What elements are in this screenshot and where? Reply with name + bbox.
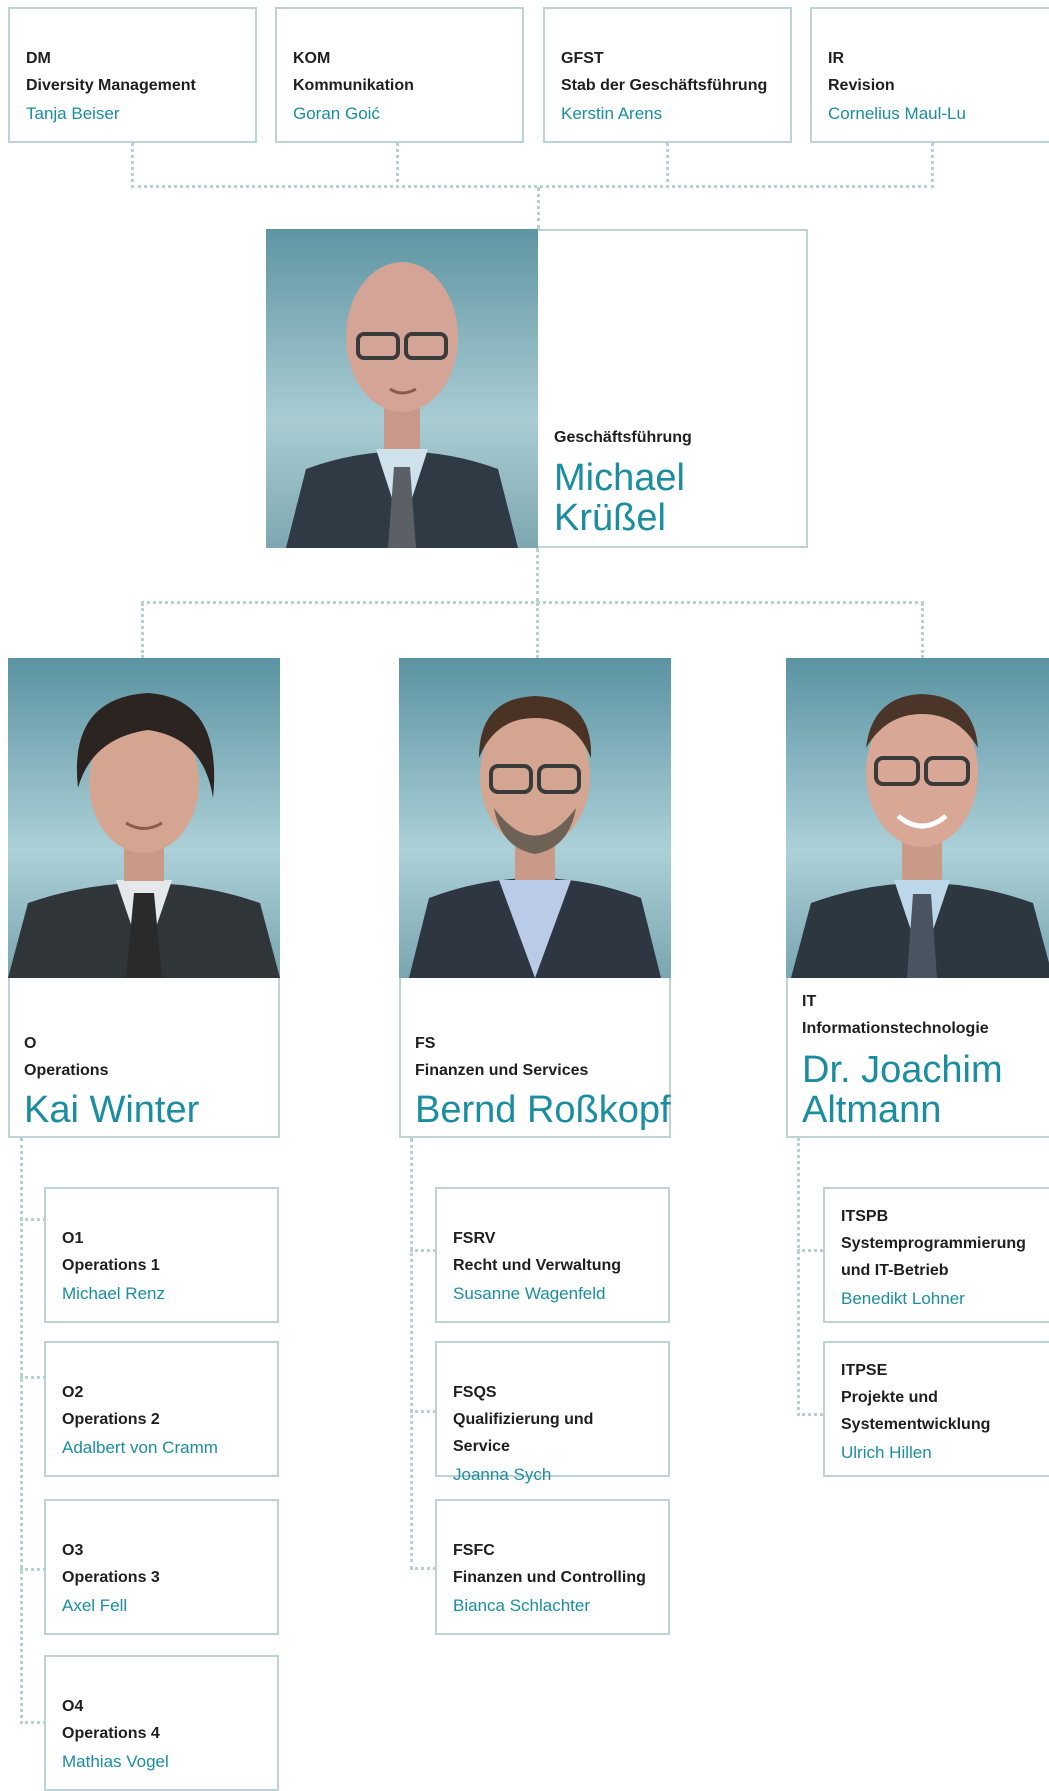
connector [921,603,924,658]
unit-code: DM [26,50,51,67]
unit-dept-line1: Projekte und [841,1389,938,1406]
division-head-name-line2: Altmann [802,1089,942,1131]
division-head-fs[interactable]: Bernd Roßkopf [415,1090,671,1130]
unit-box-o2: O2 Operations 2 Adalbert von Cramm [44,1341,279,1477]
connector [536,603,539,658]
unit-box-gfst: GFST Stab der Geschäftsführung Kerstin A… [543,7,792,143]
connector [410,1410,436,1413]
connector [797,1138,800,1416]
unit-dept: Qualifizierung und Service [453,1411,594,1455]
unit-head-link[interactable]: Adalbert von Cramm [62,1434,261,1461]
unit-dept: Diversity Management [26,77,196,94]
division-code: O [24,1035,37,1052]
unit-head-link[interactable]: Benedikt Lohner [841,1285,1045,1312]
unit-dept: Operations 3 [62,1569,160,1586]
division-code: IT [802,993,817,1010]
ceo-first-name: Michael [554,457,685,499]
ceo-title: Geschäftsführung [554,429,692,446]
ceo-last-name: Krüßel [554,497,666,539]
unit-dept: Operations 4 [62,1725,160,1742]
connector [410,1249,436,1252]
connector [410,1567,436,1570]
division-dept: Informationstechnologie [802,1020,989,1037]
connector [20,1138,23,1724]
division-head-name: Bernd Roßkopf [415,1089,671,1131]
unit-code: GFST [561,50,604,67]
ceo-label: Geschäftsführung [554,424,692,451]
unit-head-link[interactable]: Mathias Vogel [62,1748,261,1775]
unit-dept: Finanzen und Controlling [453,1569,646,1586]
unit-dept: Operations 1 [62,1257,160,1274]
unit-box-kom: KOM Kommunikation Goran Goić [275,7,524,143]
division-head-o[interactable]: Kai Winter [24,1090,199,1130]
unit-box-fsqs: FSQS Qualifizierung und Service Joanna S… [435,1341,670,1484]
unit-code: FSQS [453,1384,497,1401]
connector [20,1568,46,1571]
unit-head-link[interactable]: Axel Fell [62,1592,261,1619]
unit-dept: Stab der Geschäftsführung [561,77,768,94]
connector [20,1218,46,1221]
division-head-name-line1: Dr. Joachim [802,1049,1003,1091]
ceo-name[interactable]: Michael Krüßel [554,458,685,538]
unit-dept: Recht und Verwaltung [453,1257,622,1274]
unit-code: O1 [62,1230,84,1247]
unit-code: FSFC [453,1542,495,1559]
unit-box-itpse: ITPSE Projekte und Systementwicklung Ulr… [823,1341,1049,1477]
ceo-photo [266,229,538,548]
unit-head-link[interactable]: Goran Goić [293,100,506,127]
connector [20,1376,46,1379]
unit-code: O3 [62,1542,84,1559]
unit-head-link[interactable]: Ulrich Hillen [841,1439,1045,1466]
division-dept: Operations [24,1062,109,1079]
unit-box-o3: O3 Operations 3 Axel Fell [44,1499,279,1635]
connector [537,187,540,229]
unit-box-fsfc: FSFC Finanzen und Controlling Bianca Sch… [435,1499,670,1635]
unit-head-link[interactable]: Joanna Sych [453,1461,652,1488]
division-dept: Finanzen und Services [415,1062,589,1079]
unit-dept-line2: und IT-Betrieb [841,1262,949,1279]
unit-box-fsrv: FSRV Recht und Verwaltung Susanne Wagenf… [435,1187,670,1323]
unit-code: ITPSE [841,1362,888,1379]
unit-head-link[interactable]: Kerstin Arens [561,100,774,127]
division-label-o: O Operations [24,1030,108,1084]
unit-dept: Operations 2 [62,1411,160,1428]
connector [536,548,539,602]
connector [131,185,934,188]
unit-head-link[interactable]: Michael Renz [62,1280,261,1307]
division-label-fs: FS Finanzen und Services [415,1030,588,1084]
unit-head-link[interactable]: Susanne Wagenfeld [453,1280,652,1307]
unit-code: O2 [62,1384,84,1401]
unit-code: IR [828,50,844,67]
unit-code: O4 [62,1698,84,1715]
unit-head-link[interactable]: Tanja Beiser [26,100,239,127]
division-head-it[interactable]: Dr. Joachim Altmann [802,1050,1003,1130]
unit-box-dm: DM Diversity Management Tanja Beiser [8,7,257,143]
connector [20,1721,46,1724]
unit-box-o1: O1 Operations 1 Michael Renz [44,1187,279,1323]
division-photo-fs [399,658,671,978]
connector [797,1249,823,1252]
division-photo-o [8,658,280,978]
unit-box-ir: IR Revision Cornelius Maul-Lu [810,7,1049,143]
connector [797,1413,823,1416]
unit-dept: Kommunikation [293,77,414,94]
unit-code: KOM [293,50,331,67]
division-code: FS [415,1035,436,1052]
unit-code: ITSPB [841,1208,889,1225]
unit-head-link[interactable]: Bianca Schlachter [453,1592,652,1619]
division-head-name: Kai Winter [24,1089,200,1131]
connector [141,601,924,604]
unit-box-o4: O4 Operations 4 Mathias Vogel [44,1655,279,1791]
unit-box-itspb: ITSPB Systemprogrammierung und IT-Betrie… [823,1187,1049,1323]
connector [410,1138,413,1570]
connector [141,603,144,658]
unit-head-link[interactable]: Cornelius Maul-Lu [828,100,1041,127]
division-photo-it [786,658,1049,978]
division-label-it: IT Informationstechnologie [802,988,989,1042]
unit-dept: Revision [828,77,895,94]
unit-code: FSRV [453,1230,496,1247]
unit-dept-line2: Systementwicklung [841,1416,991,1433]
unit-dept-line1: Systemprogrammierung [841,1235,1026,1252]
